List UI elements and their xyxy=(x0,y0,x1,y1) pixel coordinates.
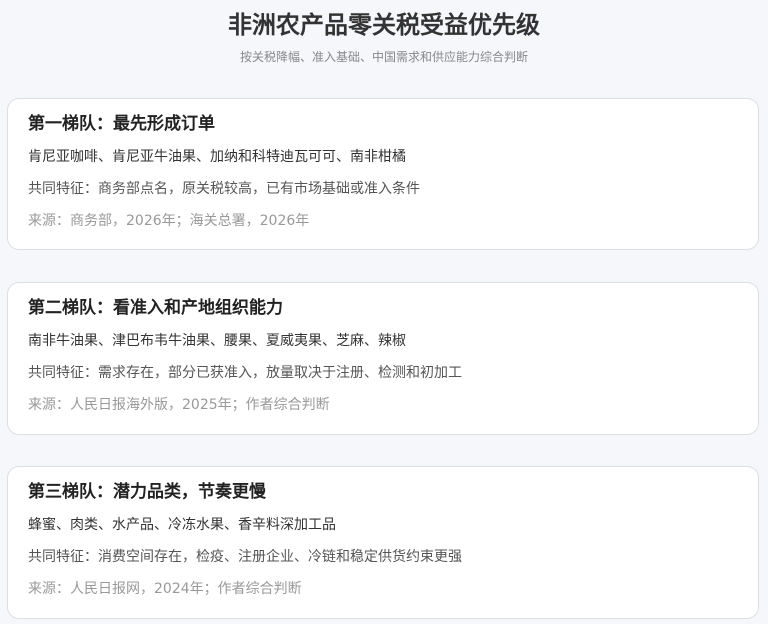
tier-source: 来源：人民日报海外版，2025年；作者综合判断 xyxy=(28,397,330,413)
tier-source: 来源：人民日报网，2024年；作者综合判断 xyxy=(28,581,302,597)
tier-feature: 共同特征：商务部点名，原关税较高，已有市场基础或准入条件 xyxy=(28,181,420,197)
tier-items: 南非牛油果、津巴布韦牛油果、腰果、夏威夷果、芝麻、辣椒 xyxy=(28,333,406,349)
page-subtitle: 按关税降幅、准入基础、中国需求和供应能力综合判断 xyxy=(239,50,528,64)
tier-feature: 共同特征：消费空间存在，检疫、注册企业、冷链和稳定供货约束更强 xyxy=(28,549,462,565)
tier-card-1: 第一梯队：最先形成订单 肯尼亚咖啡、肯尼亚牛油果、加纳和科特迪瓦可可、南非柑橘 … xyxy=(7,98,759,250)
page-title: 非洲农产品零关税受益优先级 xyxy=(228,11,540,39)
tier-card-2: 第二梯队：看准入和产地组织能力 南非牛油果、津巴布韦牛油果、腰果、夏威夷果、芝麻… xyxy=(7,282,759,435)
tier-title: 第一梯队：最先形成订单 xyxy=(28,114,215,134)
tier-title: 第二梯队：看准入和产地组织能力 xyxy=(28,298,283,318)
tier-items: 肯尼亚咖啡、肯尼亚牛油果、加纳和科特迪瓦可可、南非柑橘 xyxy=(28,149,406,165)
tier-items: 蜂蜜、肉类、水产品、冷冻水果、香辛料深加工品 xyxy=(28,517,336,533)
tier-source: 来源：商务部，2026年；海关总署，2026年 xyxy=(28,213,310,229)
tier-card-3: 第三梯队：潜力品类，节奏更慢 蜂蜜、肉类、水产品、冷冻水果、香辛料深加工品 共同… xyxy=(7,466,759,619)
tier-title: 第三梯队：潜力品类，节奏更慢 xyxy=(28,482,266,502)
tier-feature: 共同特征：需求存在，部分已获准入，放量取决于注册、检测和初加工 xyxy=(28,365,462,381)
